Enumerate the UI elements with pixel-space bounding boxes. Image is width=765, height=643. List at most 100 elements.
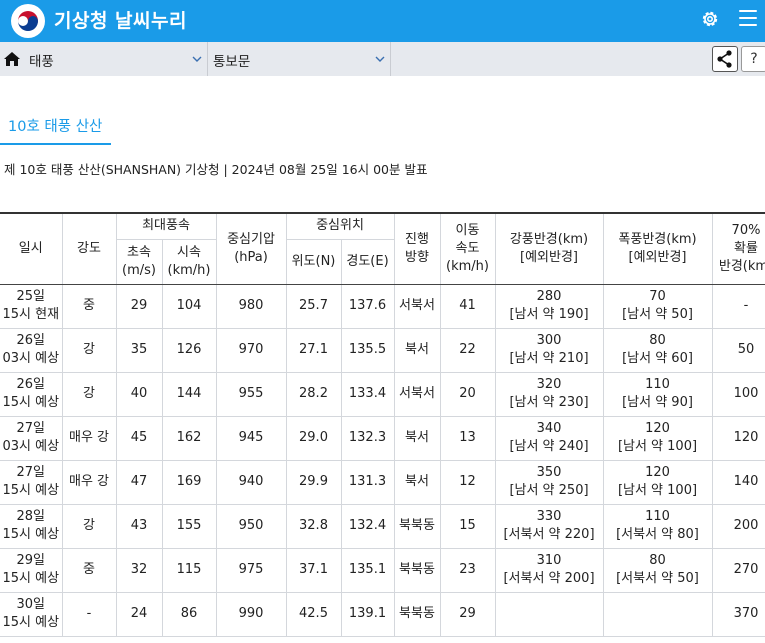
cell-direction: 북서 xyxy=(393,327,441,373)
cell-gale-radius: 300 [남서 약 210] xyxy=(494,327,604,373)
cell-wind-ms: 29 xyxy=(115,283,163,329)
header-time: 일시 xyxy=(0,212,63,285)
cell-direction: 북북동 xyxy=(393,591,441,637)
cell-time: 25일 15시 현재 xyxy=(0,283,63,329)
cell-speed: 12 xyxy=(439,459,496,505)
bulletin-subtitle: 제 10호 태풍 산산(SHANSHAN) 기상청 | 2024년 08월 25… xyxy=(4,162,428,177)
cell-lon: 137.6 xyxy=(340,283,395,329)
cell-prob-radius: 270 xyxy=(711,547,765,593)
cell-lon: 131.3 xyxy=(340,459,395,505)
cell-prob-radius: 100 xyxy=(711,371,765,417)
cell-storm-radius: 120 [남서 약 100] xyxy=(602,459,713,505)
cell-lon: 135.1 xyxy=(340,547,395,593)
tab-typhoon[interactable]: 10호 태풍 산산 xyxy=(0,111,111,145)
home-icon[interactable] xyxy=(3,51,21,67)
tab-typhoon-label: 10호 태풍 산산 xyxy=(8,119,103,135)
cell-lat: 32.8 xyxy=(285,503,342,549)
cell-lat: 29.9 xyxy=(285,459,342,505)
header-gale-radius: 강풍반경(km) [예외반경] xyxy=(494,212,604,285)
cell-strength: 강 xyxy=(61,503,117,549)
cell-strength: - xyxy=(61,591,117,637)
cell-pressure: 940 xyxy=(215,459,287,505)
cell-wind-ms: 43 xyxy=(115,503,163,549)
cell-time: 27일 03시 예상 xyxy=(0,415,63,461)
cell-wind-kmh: 144 xyxy=(161,371,217,417)
cell-speed: 15 xyxy=(439,503,496,549)
cell-storm-radius: 120 [남서 약 100] xyxy=(602,415,713,461)
chevron-down-icon xyxy=(375,56,385,62)
table-row: 28일 15시 예상 강 43 155 950 32.8 132.4 북북동 15 330 [서북… xyxy=(0,503,765,549)
cell-wind-kmh: 115 xyxy=(161,547,217,593)
cell-gale-radius: 350 [남서 약 250] xyxy=(494,459,604,505)
cell-storm-radius: 110 [서북서 약 80] xyxy=(602,503,713,549)
table-row: 30일 15시 예상 -24 86 990 42.5 139.1 북북동 29 370 xyxy=(0,591,765,637)
header-max-wind: 최대풍속 xyxy=(115,212,217,240)
cell-lon: 133.4 xyxy=(340,371,395,417)
cell-lon: 135.5 xyxy=(340,327,395,373)
cell-speed: 23 xyxy=(439,547,496,593)
cell-prob-radius: 370 xyxy=(711,591,765,637)
cell-pressure: 955 xyxy=(215,371,287,417)
cell-strength: 중 xyxy=(61,547,117,593)
cell-pressure: 980 xyxy=(215,283,287,329)
cell-strength: 매우 강 xyxy=(61,415,117,461)
header-wind-ms: 초속 (m/s) xyxy=(116,238,163,285)
cell-direction: 서북서 xyxy=(393,283,441,329)
cell-strength: 강 xyxy=(61,327,117,373)
cell-wind-kmh: 162 xyxy=(161,415,217,461)
category-select[interactable]: 태풍 xyxy=(24,42,208,76)
cell-prob-radius: 50 xyxy=(711,327,765,373)
hamburger-menu-icon[interactable] xyxy=(739,10,757,26)
cell-storm-radius: 110 [남서 약 90] xyxy=(602,371,713,417)
cell-wind-kmh: 155 xyxy=(161,503,217,549)
header-wind-kmh: 시속 (km/h) xyxy=(161,238,217,285)
cell-pressure: 945 xyxy=(215,415,287,461)
cell-lat: 27.1 xyxy=(285,327,342,373)
cell-gale-radius: 330 [서북서 약 220] xyxy=(494,503,604,549)
cell-pressure: 950 xyxy=(215,503,287,549)
cell-lat: 28.2 xyxy=(285,371,342,417)
cell-gale-radius: 280 [남서 약 190] xyxy=(494,283,604,329)
cell-pressure: 975 xyxy=(215,547,287,593)
cell-time: 29일 15시 예상 xyxy=(0,547,63,593)
cell-direction: 북북동 xyxy=(393,503,441,549)
app-title[interactable]: 기상청 날씨누리 xyxy=(54,6,187,33)
share-button[interactable] xyxy=(712,46,738,72)
header-pressure: 중심기압 (hPa) xyxy=(215,212,287,285)
header-center-position: 중심위치 xyxy=(285,212,395,240)
table-row: 29일 15시 예상 중 32 115 975 37.1 135.1 북북동 23 310 [서북… xyxy=(0,547,765,593)
header-prob-radius: 70% 확률 반경(km) xyxy=(711,212,765,285)
cell-time: 26일 15시 예상 xyxy=(0,371,63,417)
cell-prob-radius: 140 xyxy=(711,459,765,505)
header-speed: 이동 속도 (km/h) xyxy=(439,212,496,285)
header-lat: 위도(N) xyxy=(285,238,342,285)
cell-speed: 13 xyxy=(439,415,496,461)
cell-direction: 서북서 xyxy=(393,371,441,417)
header-strength: 강도 xyxy=(61,212,117,285)
gear-icon[interactable] xyxy=(700,9,720,29)
header-direction: 진행 방향 xyxy=(393,212,441,285)
cell-time: 28일 15시 예상 xyxy=(0,503,63,549)
cell-speed: 22 xyxy=(439,327,496,373)
header-lon: 경도(E) xyxy=(340,238,395,285)
cell-strength: 강 xyxy=(61,371,117,417)
cell-storm-radius: 80 [남서 약 60] xyxy=(602,327,713,373)
cell-pressure: 990 xyxy=(215,591,287,637)
chevron-down-icon xyxy=(192,56,202,62)
cell-direction: 북서 xyxy=(393,415,441,461)
cell-gale-radius xyxy=(494,591,604,637)
cell-wind-ms: 40 xyxy=(115,371,163,417)
cell-speed: 20 xyxy=(439,371,496,417)
cell-lat: 29.0 xyxy=(285,415,342,461)
report-type-select[interactable]: 통보문 xyxy=(208,42,391,76)
cell-lat: 25.7 xyxy=(285,283,342,329)
share-icon xyxy=(717,50,732,68)
cell-wind-ms: 35 xyxy=(115,327,163,373)
cell-prob-radius: - xyxy=(711,283,765,329)
cell-wind-ms: 47 xyxy=(115,459,163,505)
table-row: 27일 15시 예상 매우 강 47 169 940 29.9 131.3 북서 12 350 [… xyxy=(0,459,765,505)
help-button[interactable]: ? xyxy=(741,46,765,72)
taegeuk-logo-icon[interactable] xyxy=(11,4,45,38)
cell-wind-kmh: 86 xyxy=(161,591,217,637)
cell-strength: 중 xyxy=(61,283,117,329)
